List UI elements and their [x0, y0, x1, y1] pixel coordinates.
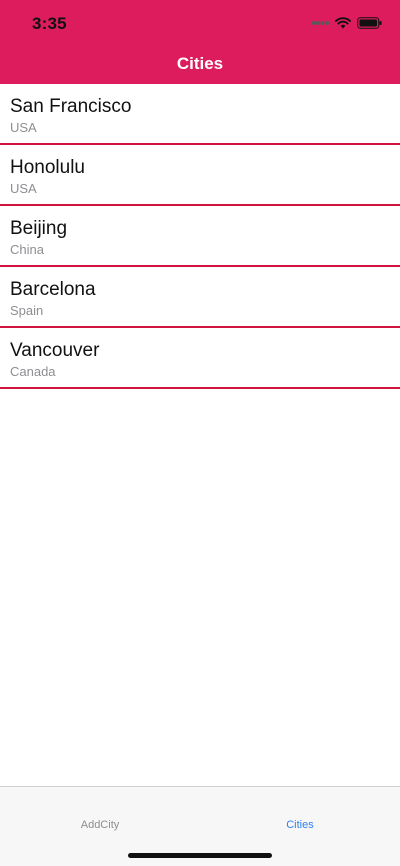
city-country: Canada: [10, 364, 56, 379]
list-item[interactable]: Vancouver Canada: [0, 328, 400, 389]
city-country: USA: [10, 120, 37, 135]
city-country: China: [10, 242, 44, 257]
cities-list: San Francisco USA Honolulu USA Beijing C…: [0, 84, 400, 389]
city-name: Barcelona: [10, 279, 96, 300]
page-title: Cities: [176, 54, 224, 73]
status-time: 3:35: [32, 14, 67, 33]
tab-label: Cities: [286, 819, 314, 831]
city-name: Beijing: [10, 218, 68, 239]
header: 3:35 Cities: [0, 0, 400, 84]
city-country: USA: [10, 181, 37, 196]
status-icons: [311, 16, 382, 30]
status-bar: 3:35: [0, 0, 400, 44]
wifi-icon: [335, 17, 351, 29]
list-item[interactable]: Barcelona Spain: [0, 267, 400, 328]
list-item[interactable]: San Francisco USA: [0, 84, 400, 145]
list-item[interactable]: Honolulu USA: [0, 145, 400, 206]
city-name: San Francisco: [10, 96, 132, 117]
tab-addcity[interactable]: AddCity: [0, 787, 200, 837]
signal-dots-icon: [311, 21, 329, 25]
tab-label: AddCity: [80, 819, 120, 831]
city-name: Vancouver: [10, 340, 100, 361]
city-name: Honolulu: [10, 157, 85, 178]
battery-icon: [357, 17, 382, 29]
tab-cities[interactable]: Cities: [200, 787, 400, 837]
list-item[interactable]: Beijing China: [0, 206, 400, 267]
city-country: Spain: [10, 303, 44, 318]
home-indicator: [128, 853, 272, 858]
